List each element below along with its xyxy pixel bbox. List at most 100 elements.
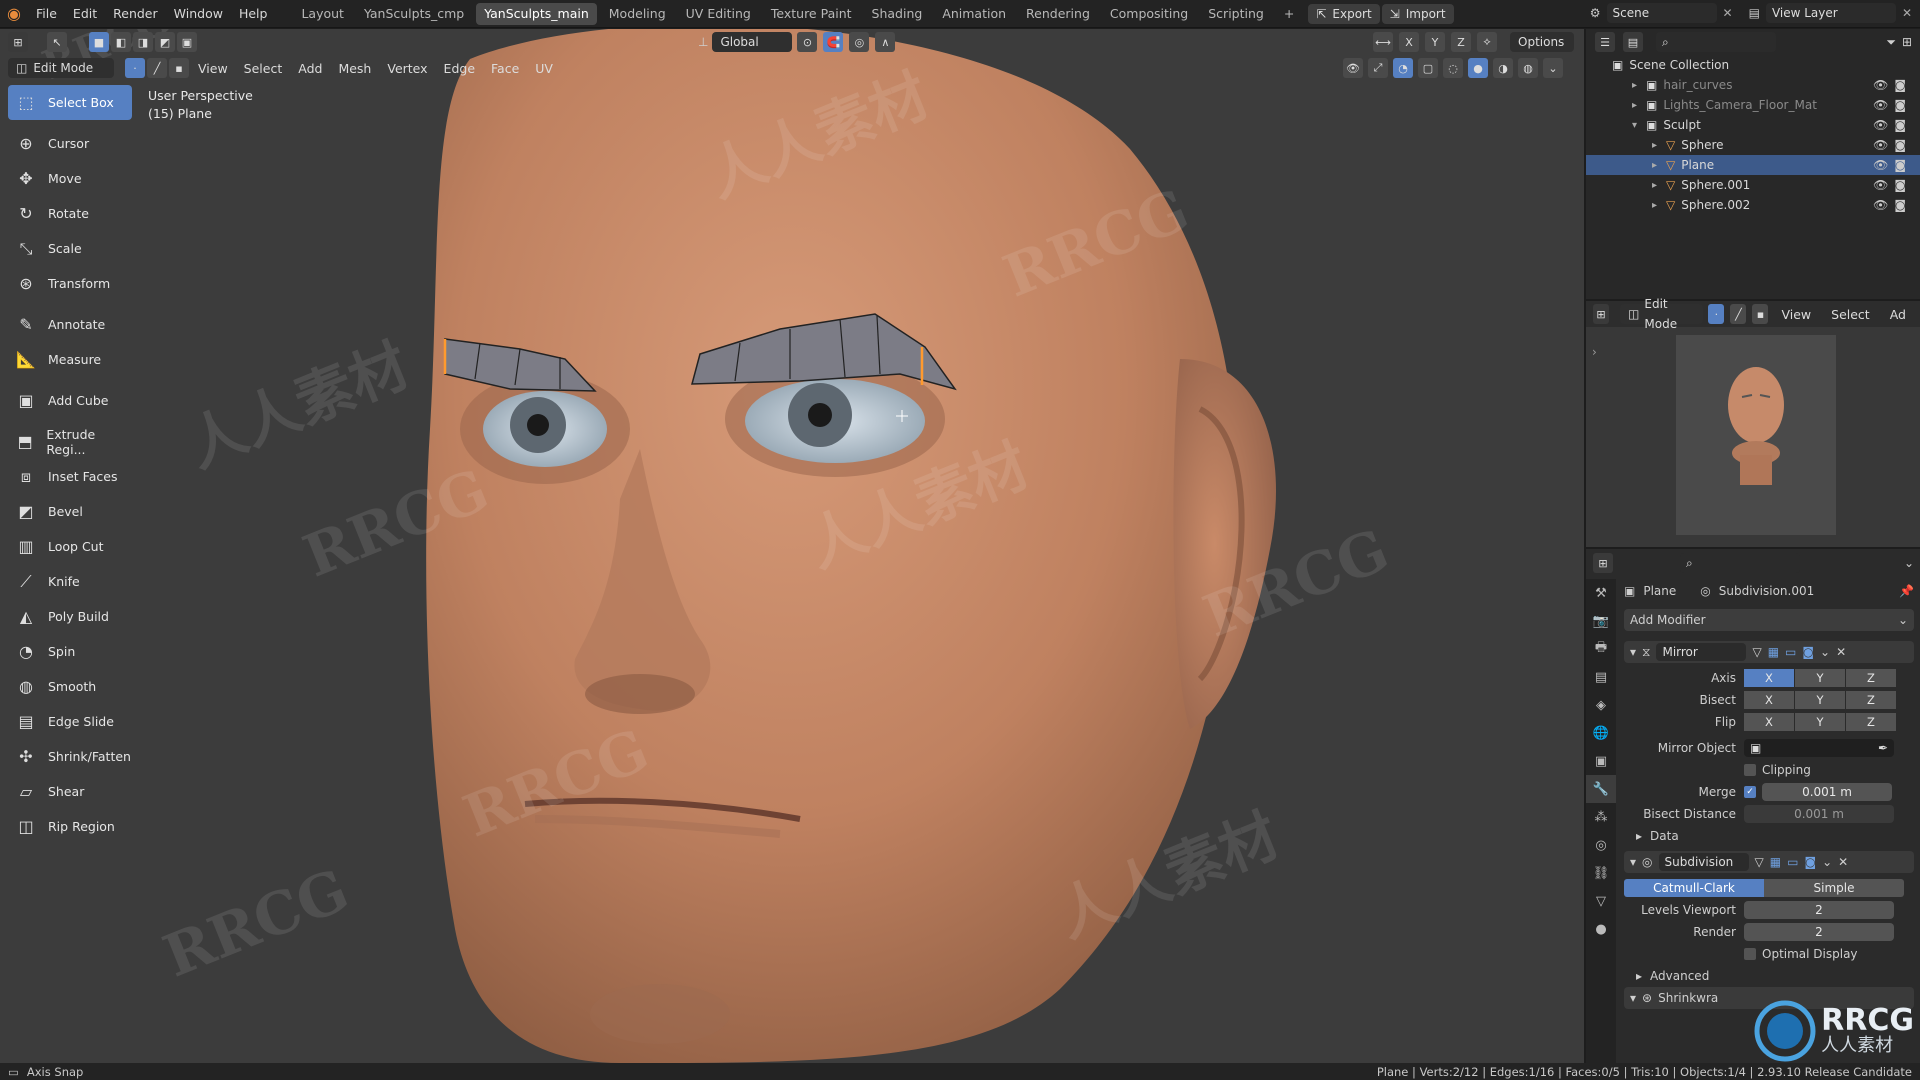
menu-select[interactable]: Select (236, 61, 291, 76)
head-model-render[interactable] (0, 29, 1584, 1063)
outliner-item[interactable]: ▸ ▣ Lights_Camera_Floor_Mat 👁 ◙ (1586, 95, 1920, 115)
tool-rip-region[interactable]: ◫ Rip Region (8, 809, 132, 844)
expand-toggle-icon[interactable]: ▸ (1652, 200, 1666, 211)
eye-icon[interactable]: 👁 (1873, 198, 1888, 212)
bisect-distance-field[interactable]: 0.001 m (1744, 805, 1894, 823)
camera-icon[interactable]: ◙ (1894, 78, 1906, 92)
collapse-icon[interactable]: ▾ (1630, 645, 1636, 659)
viewport-display-icon[interactable]: ▭ (1785, 645, 1796, 659)
camera-icon[interactable]: ◙ (1894, 178, 1906, 192)
tool-loop-cut[interactable]: ▥ Loop Cut (8, 529, 132, 564)
bisect-z-button[interactable]: Z (1846, 691, 1896, 709)
eye-icon[interactable]: 👁 (1873, 158, 1888, 172)
tool-smooth[interactable]: ◍ Smooth (8, 669, 132, 704)
tab-rendering[interactable]: Rendering (1018, 3, 1098, 25)
rendered-shading-icon[interactable]: ◍ (1518, 58, 1538, 78)
expand-toggle-icon[interactable]: ▸ (1632, 80, 1646, 91)
invert-selection-icon[interactable]: ◩ (155, 32, 175, 52)
3d-viewport[interactable]: RRCG 人人素材 RRCG 人人素材 RRCG 人人素材 RRCG RRCG … (0, 29, 1584, 1063)
close-view-layer-icon[interactable]: ✕ (1902, 6, 1912, 20)
merge-checkbox[interactable]: ✓ (1744, 786, 1756, 798)
object-visibility-icon[interactable]: 👁 (1343, 58, 1363, 78)
tool-cursor[interactable]: ⊕ Cursor (8, 126, 132, 161)
tab-modeling[interactable]: Modeling (601, 3, 674, 25)
properties-options-icon[interactable]: ⌄ (1904, 556, 1914, 570)
solid-shading-icon[interactable]: ● (1468, 58, 1488, 78)
mirror-name-field[interactable]: Mirror (1656, 643, 1747, 661)
display-mode-icon[interactable]: ▤ (1623, 32, 1643, 52)
render-tab-icon[interactable]: 📷 (1586, 607, 1616, 635)
vertex-select-icon[interactable]: · (125, 58, 145, 78)
outliner-item[interactable]: ▸ ▽ Sphere.001 👁 ◙ (1586, 175, 1920, 195)
tool-shrink-fatten[interactable]: ✣ Shrink/Fatten (8, 739, 132, 774)
pivot-icon[interactable]: ⊙ (797, 32, 818, 52)
outliner-search-input[interactable]: ⌕ (1656, 32, 1776, 52)
camera-icon[interactable]: ◙ (1894, 198, 1906, 212)
view-layer-field[interactable]: View Layer (1765, 3, 1896, 23)
snap-icon[interactable]: 🧲 (823, 32, 844, 52)
menu-view[interactable]: View (190, 61, 236, 76)
camera-icon[interactable]: ◙ (1894, 158, 1906, 172)
axis-y-toggle[interactable]: Y (1425, 32, 1445, 52)
eye-icon[interactable]: 👁 (1873, 78, 1888, 92)
add-workspace-button[interactable]: + (1276, 3, 1302, 25)
menu-help[interactable]: Help (231, 0, 276, 28)
tab-yansculpts-main[interactable]: YanSculpts_main (476, 2, 597, 25)
gizmo-icon[interactable]: ⤢ (1368, 58, 1388, 78)
scene-tab-icon[interactable]: ◈ (1586, 691, 1616, 719)
extend-selection-icon[interactable]: ◧ (111, 32, 131, 52)
expand-toggle-icon[interactable]: ▸ (1652, 180, 1666, 191)
tab-uv-editing[interactable]: UV Editing (678, 3, 759, 25)
outliner-editor-icon[interactable]: ☰ (1595, 32, 1615, 52)
preview-menu-view[interactable]: View (1773, 307, 1819, 322)
options-dropdown[interactable]: Options (1510, 32, 1574, 52)
collapse-icon[interactable]: ▾ (1630, 991, 1636, 1005)
data-tab-icon[interactable]: ▽ (1586, 887, 1616, 915)
view-layer-tab-icon[interactable]: ▤ (1586, 663, 1616, 691)
scene-collection-row[interactable]: ▣ Scene Collection (1586, 55, 1920, 75)
tool-edge-slide[interactable]: ▤ Edge Slide (8, 704, 132, 739)
axis-y-button[interactable]: Y (1795, 669, 1845, 687)
add-modifier-dropdown[interactable]: Add Modifier ⌄ (1624, 609, 1914, 631)
flip-z-button[interactable]: Z (1846, 713, 1896, 731)
menu-file[interactable]: File (28, 0, 65, 28)
camera-icon[interactable]: ◙ (1894, 138, 1906, 152)
material-shading-icon[interactable]: ◑ (1493, 58, 1513, 78)
preview-menu-add[interactable]: Ad (1882, 307, 1914, 322)
select-tool-icon[interactable]: ↖ (47, 32, 67, 52)
vertex-select-icon[interactable]: · (1708, 304, 1725, 324)
tab-compositing[interactable]: Compositing (1102, 3, 1196, 25)
bisect-x-button[interactable]: X (1744, 691, 1794, 709)
menu-face[interactable]: Face (483, 61, 527, 76)
face-select-icon[interactable]: ▪ (1752, 304, 1769, 324)
eye-icon[interactable]: 👁 (1873, 178, 1888, 192)
mirror-object-field[interactable]: ▣ ✒ (1744, 739, 1894, 757)
axis-x-toggle[interactable]: X (1399, 32, 1419, 52)
tool-select-box[interactable]: ⬚ Select Box (8, 85, 132, 120)
face-select-icon[interactable]: ▪ (169, 58, 189, 78)
edge-select-icon[interactable]: ╱ (1730, 304, 1747, 324)
eyedropper-icon[interactable]: ✒ (1878, 738, 1888, 758)
data-subpanel[interactable]: ▸ Data (1624, 825, 1914, 847)
render-levels-field[interactable]: 2 (1744, 923, 1894, 941)
particles-tab-icon[interactable]: ⁂ (1586, 803, 1616, 831)
menu-add[interactable]: Add (290, 61, 330, 76)
menu-window[interactable]: Window (166, 0, 231, 28)
tool-shear[interactable]: ▱ Shear (8, 774, 132, 809)
xray-icon[interactable]: ▢ (1418, 58, 1438, 78)
tool-extrude-regi[interactable]: ⬒ Extrude Regi... (8, 424, 132, 459)
edge-select-icon[interactable]: ╱ (147, 58, 167, 78)
tool-annotate[interactable]: ✎ Annotate (8, 307, 132, 342)
expand-toggle-icon[interactable]: ▾ (1632, 120, 1646, 131)
object-tab-icon[interactable]: ▣ (1586, 747, 1616, 775)
preview-viewport[interactable]: ⊞ ◫ Edit Mode · ╱ ▪ View Select Ad › (1586, 297, 1920, 547)
camera-icon[interactable]: ◙ (1894, 98, 1906, 112)
scene-field[interactable]: Scene (1606, 3, 1717, 23)
filter-icon[interactable]: ⏷ (1886, 35, 1896, 50)
tool-poly-build[interactable]: ◭ Poly Build (8, 599, 132, 634)
menu-uv[interactable]: UV (527, 61, 561, 76)
render-display-icon[interactable]: ◙ (1802, 645, 1814, 659)
axis-z-button[interactable]: Z (1846, 669, 1896, 687)
mirror-options-icon[interactable]: ⟷ (1373, 32, 1393, 52)
outliner-item[interactable]: ▸ ▽ Sphere 👁 ◙ (1586, 135, 1920, 155)
